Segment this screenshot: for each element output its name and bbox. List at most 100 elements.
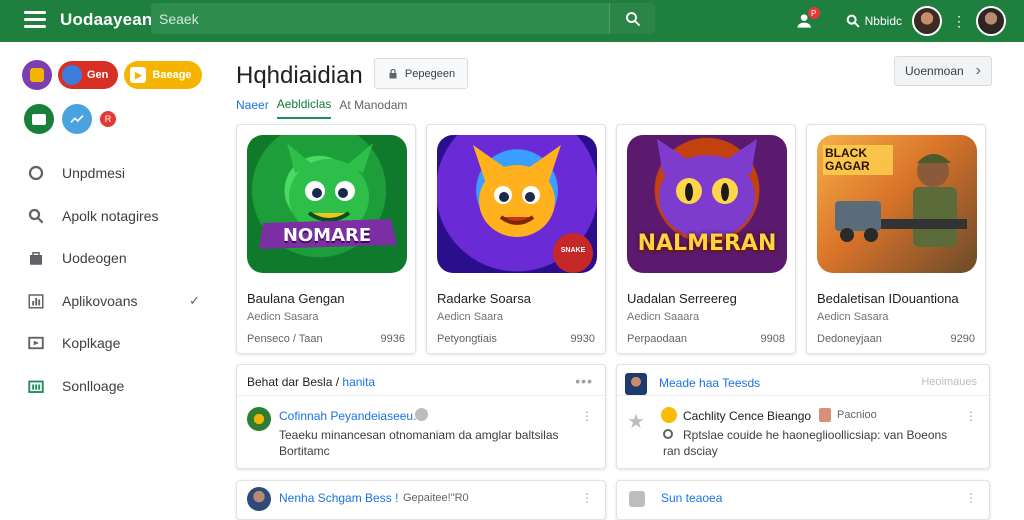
more-vert-icon[interactable]: ⋮ xyxy=(965,491,977,505)
news-panel-2: Sun teaoea ⋮ xyxy=(616,480,990,520)
account-menu[interactable]: Nbbidc xyxy=(845,13,902,29)
main-content: Hqhdiaidian Pepegeen Uoenmoan › Naeer Ae… xyxy=(236,42,996,520)
news-tag: Pacnioo xyxy=(837,409,877,421)
news-text: Rptslae couide he haoneglioollicsiap: va… xyxy=(683,428,948,442)
app-card[interactable]: BLACK GAGAR Bedaletisan IDouantiona Aedi… xyxy=(806,124,986,354)
reviews-panel: Behat dar Besla / hanita ••• Cofinnah Pe… xyxy=(236,364,606,469)
avatar[interactable] xyxy=(976,6,1006,36)
app-name: Bedaletisan IDouantiona xyxy=(817,291,959,306)
app-artwork: BLACK GAGAR xyxy=(817,135,977,273)
search-button[interactable] xyxy=(609,3,655,34)
tab-apps[interactable]: Aebldiclas xyxy=(276,97,332,119)
tab-bar: Naeer Aebldiclas At Manodam xyxy=(236,96,407,120)
sidebar-item-movies[interactable]: Koplkage xyxy=(20,322,210,365)
notifications-button[interactable]: P xyxy=(793,7,820,33)
divider xyxy=(617,395,989,396)
chip-gen[interactable]: Gen xyxy=(58,61,119,89)
monster-icon xyxy=(259,143,397,249)
star-icon[interactable]: ★ xyxy=(627,409,645,434)
page-title: Hqhdiaidian xyxy=(236,62,363,89)
avatar[interactable] xyxy=(247,487,271,511)
sidebar-item-store[interactable]: Uodeogen xyxy=(20,237,210,280)
tag-icon xyxy=(819,408,831,422)
app-name: Uadalan Serreereg xyxy=(627,291,737,306)
sidebar: Gen ▶ Baeage R Unpdmesi Apolk notagires … xyxy=(0,42,220,512)
app-brand[interactable]: Uodaayean xyxy=(60,10,153,30)
emoji-icon xyxy=(661,407,677,423)
more-vert-icon[interactable]: ⋮ xyxy=(952,13,966,30)
search-icon xyxy=(26,206,46,226)
search-icon xyxy=(625,11,640,26)
circle-shortcuts: R xyxy=(24,104,116,134)
more-horiz-icon[interactable]: ••• xyxy=(575,373,593,389)
info-icon xyxy=(415,408,428,421)
sidebar-item-apps[interactable]: Aplikovoans ✓ xyxy=(20,280,210,323)
review-title[interactable]: Nenha Schgam Bess ! xyxy=(279,491,398,505)
sidebar-item-label: Koplkage xyxy=(62,335,121,352)
search-input[interactable] xyxy=(159,7,599,30)
chat-icon xyxy=(663,429,673,439)
menu-icon[interactable] xyxy=(24,11,46,29)
avatar[interactable] xyxy=(912,6,942,36)
sidebar-item-label: Aplikovoans xyxy=(62,292,138,309)
more-vert-icon[interactable]: ⋮ xyxy=(581,409,593,423)
title-action-button[interactable]: Pepegeen xyxy=(374,58,468,89)
sidebar-item-library[interactable]: Sonlloage xyxy=(20,365,210,408)
chevron-right-icon: › xyxy=(975,62,981,79)
more-vert-icon[interactable]: ⋮ xyxy=(581,491,593,505)
search-bar xyxy=(151,3,655,34)
chip-logo-icon xyxy=(62,65,82,85)
sidebar-item-home[interactable]: Unpdmesi xyxy=(20,152,210,195)
lock-icon xyxy=(389,68,397,78)
see-more-button[interactable]: Uoenmoan › xyxy=(894,56,992,86)
chip-label: Baeage xyxy=(152,69,192,81)
app-card[interactable]: NALMERAN Uadalan Serreereg Aedicn Saaara… xyxy=(616,124,796,354)
app-artwork: SNAKE xyxy=(437,135,597,273)
panel-heading-link[interactable]: hanita xyxy=(342,375,375,389)
sidebar-nav: Unpdmesi Apolk notagires Uodeogen Apliko… xyxy=(20,152,210,407)
chip-baeage[interactable]: ▶ Baeage xyxy=(124,61,202,89)
app-art-text: NALMERAN xyxy=(637,231,777,256)
app-artwork: NOMARE xyxy=(247,135,407,273)
sidebar-item-search[interactable]: Apolk notagires xyxy=(20,195,210,238)
panel-heading: Behat dar Besla / hanita xyxy=(247,375,375,389)
user-label: Nbbidc xyxy=(864,14,902,28)
chart-icon xyxy=(26,291,46,311)
app-art-text: BLACK GAGAR xyxy=(823,145,893,175)
review-text: Teaeku minancesan otnomaniam da amglar b… xyxy=(279,428,559,442)
app-shortcut-purple[interactable] xyxy=(22,60,52,90)
top-app-bar: Uodaayean P Nbbidc ⋮ xyxy=(0,0,1024,42)
app-art-text: NOMARE xyxy=(282,225,372,246)
app-developer: Aedicn Saaara xyxy=(627,311,700,323)
app-rating: 9908 xyxy=(760,333,785,345)
app-card[interactable]: SNAKE Radarke Soarsa Aedicn Saara Petyon… xyxy=(426,124,606,354)
news-title[interactable]: Cachlity Cence Bieango xyxy=(683,408,811,424)
panel-heading-right[interactable]: Heoimaues xyxy=(921,376,977,388)
sidebar-item-label: Unpdmesi xyxy=(62,165,126,182)
thumb-up-icon[interactable] xyxy=(629,491,645,507)
message-icon xyxy=(32,113,46,125)
title-button-label: Pepegeen xyxy=(404,67,456,80)
top-right-actions: P Nbbidc ⋮ xyxy=(793,0,1006,42)
sidebar-item-label: Sonlloage xyxy=(62,377,125,394)
review-text-more: Bortitamc xyxy=(279,444,330,458)
more-vert-icon[interactable]: ⋮ xyxy=(965,409,977,423)
play-icon xyxy=(26,333,46,353)
red-badge[interactable]: R xyxy=(100,111,116,127)
tab-new[interactable]: Naeer xyxy=(236,98,269,118)
sidebar-item-label: Uodeogen xyxy=(62,250,127,267)
library-icon xyxy=(26,376,46,396)
sidebar-item-label: Apolk notagires xyxy=(62,207,159,224)
news-text-more: ran dsciay xyxy=(663,444,718,458)
review-title[interactable]: Cofinnah Peyandeiaseeu. xyxy=(279,409,416,423)
app-developer: Aedicn Sasara xyxy=(247,311,319,323)
app-developer: Aedicn Saara xyxy=(437,311,504,323)
chart-shortcut[interactable] xyxy=(62,104,92,134)
news-title[interactable]: Sun teaoea xyxy=(661,491,722,505)
app-cards-row: NOMARE Baulana Gengan Aedicn Sasara Pens… xyxy=(236,124,986,354)
app-card[interactable]: NOMARE Baulana Gengan Aedicn Sasara Pens… xyxy=(236,124,416,354)
search-icon xyxy=(846,14,859,28)
avatar[interactable] xyxy=(247,407,271,431)
message-shortcut[interactable] xyxy=(24,104,54,134)
tab-all[interactable]: At Manodam xyxy=(339,98,407,118)
